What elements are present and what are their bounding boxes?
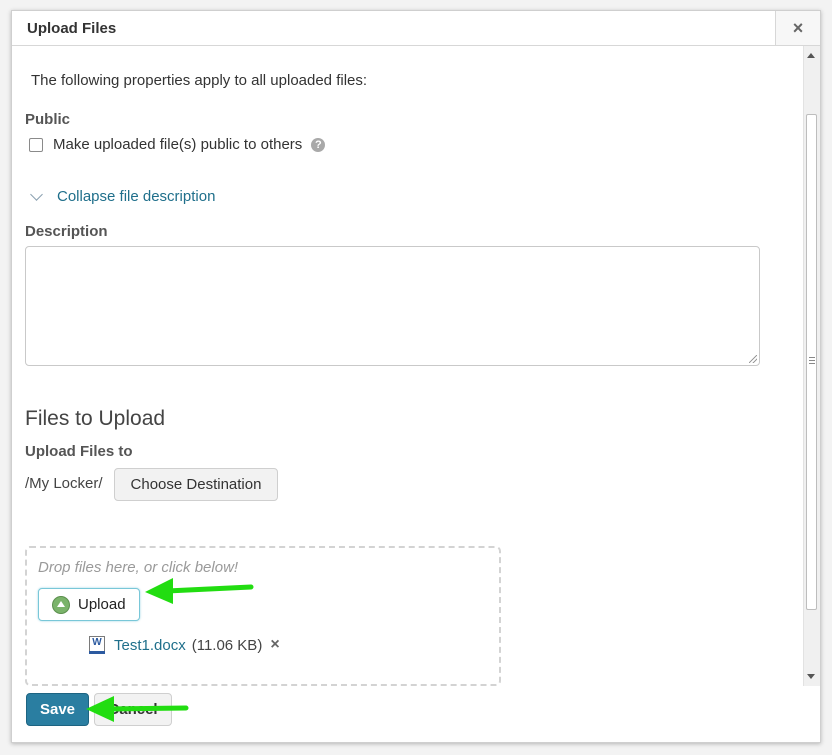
choose-destination-button[interactable]: Choose Destination xyxy=(114,468,278,501)
close-icon: × xyxy=(792,17,804,38)
description-textarea[interactable] xyxy=(25,246,760,366)
close-button[interactable]: × xyxy=(775,11,820,45)
public-checkbox-label[interactable]: Make uploaded file(s) public to others xyxy=(53,136,302,153)
word-doc-icon: W xyxy=(89,636,105,654)
file-name-link[interactable]: Test1.docx xyxy=(114,637,186,654)
dialog-title: Upload Files xyxy=(27,20,117,37)
help-icon[interactable]: ? xyxy=(311,137,326,152)
annotation-arrow-icon xyxy=(145,578,254,604)
upload-icon xyxy=(52,595,70,614)
public-checkbox-row: Make uploaded file(s) public to others ? xyxy=(29,136,326,153)
dialog-content: The following properties apply to all up… xyxy=(12,46,804,686)
destination-path: /My Locker/ xyxy=(25,475,103,492)
upload-files-dialog: Upload Files × The following properties … xyxy=(11,10,821,743)
resize-grip-icon[interactable] xyxy=(749,355,757,363)
save-button[interactable]: Save xyxy=(26,693,89,726)
public-label: Public xyxy=(25,111,71,128)
scroll-grip-icon xyxy=(809,357,815,366)
upload-button[interactable]: Upload xyxy=(38,588,140,621)
files-to-upload-heading: Files to Upload xyxy=(25,407,166,430)
scroll-down-icon[interactable] xyxy=(807,674,815,679)
file-size: (11.06 KB) xyxy=(191,636,263,654)
dialog-titlebar: Upload Files × xyxy=(12,11,820,46)
remove-file-icon[interactable]: × xyxy=(270,636,279,654)
upload-button-label: Upload xyxy=(78,596,126,613)
collapse-description-link[interactable]: Collapse file description xyxy=(57,188,215,205)
scrollbar-thumb[interactable] xyxy=(806,114,817,610)
description-label: Description xyxy=(25,223,108,240)
chevron-down-icon xyxy=(30,188,43,201)
vertical-scrollbar[interactable] xyxy=(803,46,820,686)
file-dropzone[interactable]: Drop files here, or click below! Upload … xyxy=(25,546,501,686)
collapse-description-toggle[interactable]: Collapse file description xyxy=(27,188,215,205)
properties-intro: The following properties apply to all up… xyxy=(31,72,368,89)
upload-files-to-label: Upload Files to xyxy=(25,443,133,460)
annotation-arrow-icon xyxy=(86,696,189,722)
public-checkbox[interactable] xyxy=(29,137,43,152)
file-list-item: W Test1.docx (11.06 KB) × xyxy=(89,636,280,654)
scroll-up-icon[interactable] xyxy=(807,53,815,58)
